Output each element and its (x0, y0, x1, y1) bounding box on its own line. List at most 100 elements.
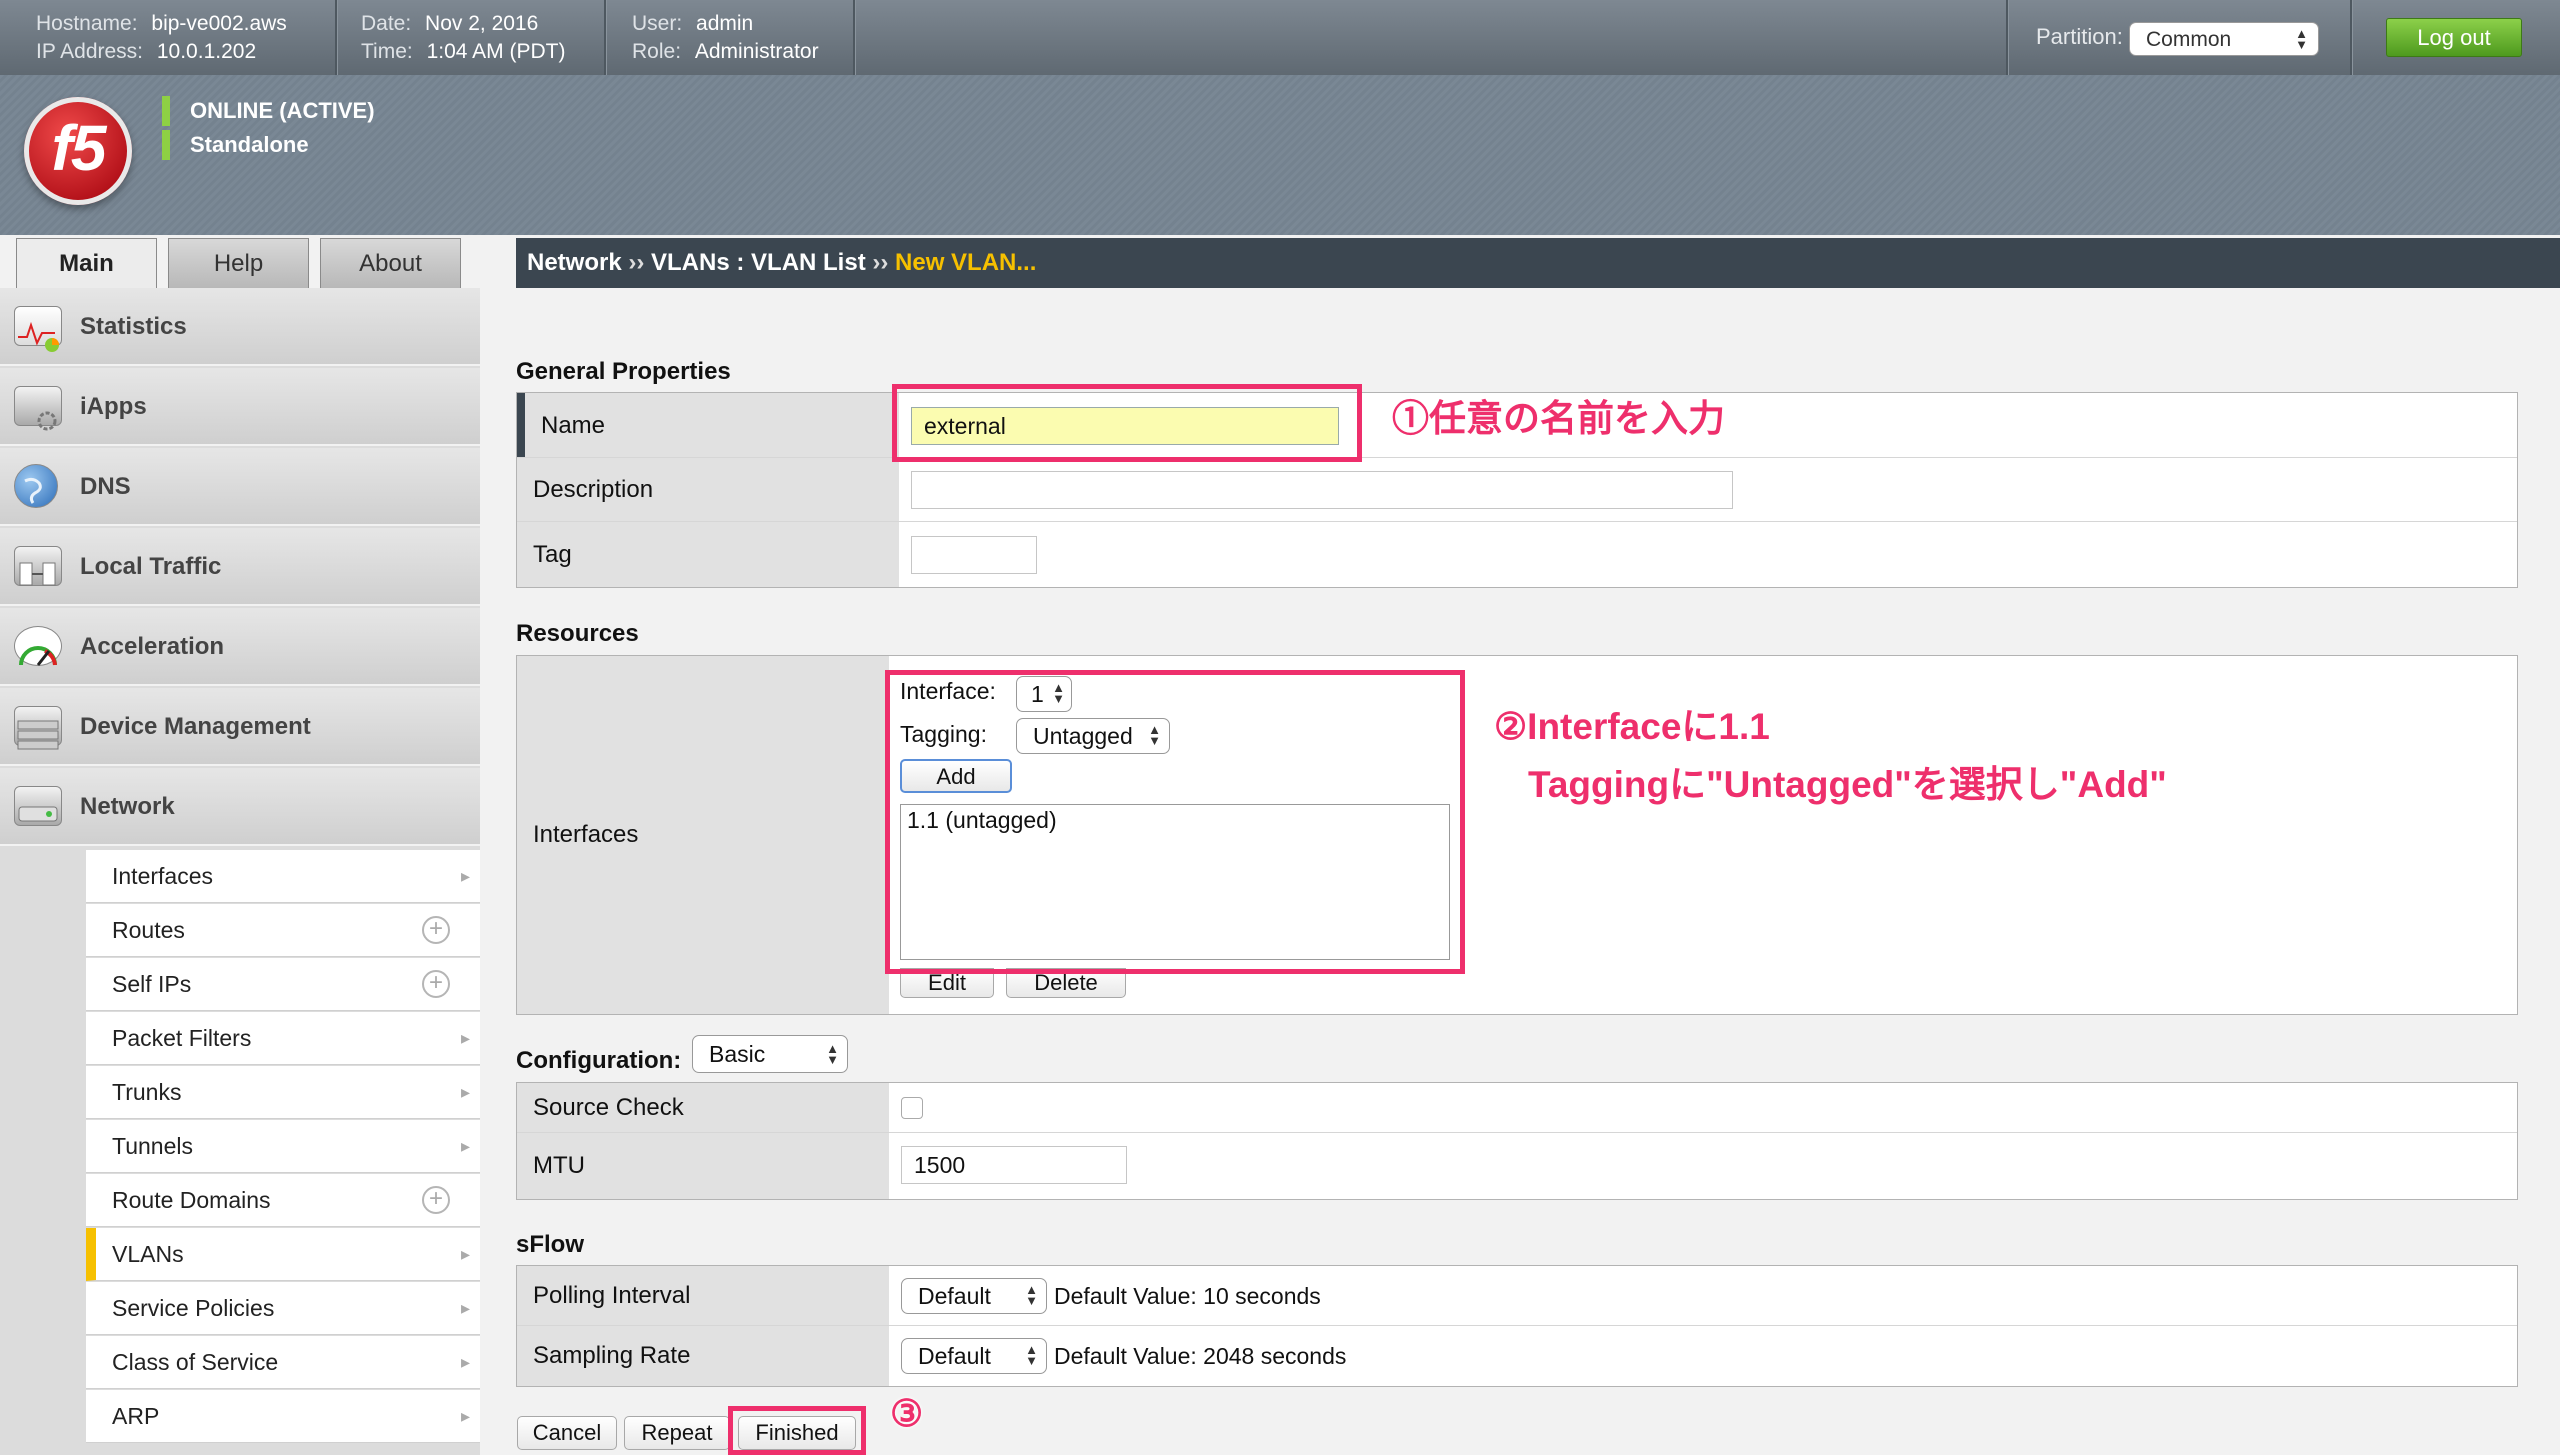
status-standalone: Standalone (162, 130, 309, 160)
host-info: Hostname: bip-ve002.aws IP Address: 10.0… (36, 10, 287, 66)
sidebar-sub-service-policies[interactable]: Service Policies ▸ (86, 1282, 480, 1335)
sub-item-label: Route Domains (112, 1187, 271, 1213)
sidebar-sub-self-ips[interactable]: Self IPs + (86, 958, 480, 1011)
description-input[interactable] (911, 471, 1733, 509)
tag-label: Tag (517, 522, 899, 587)
divider (2350, 0, 2352, 75)
select-arrows-icon: ▲ ▼ (2295, 26, 2308, 52)
role-label: Role: (632, 40, 682, 63)
sidebar-sub-route-domains[interactable]: Route Domains + (86, 1174, 480, 1227)
date-label: Date: (361, 12, 412, 35)
tab-help[interactable]: Help (168, 238, 309, 288)
divider (2006, 0, 2008, 75)
add-circle-icon[interactable]: + (422, 970, 450, 998)
configuration-table: Source Check MTU 1500 (516, 1082, 2518, 1200)
sidebar-item-acceleration[interactable]: Acceleration (0, 608, 480, 686)
description-label: Description (517, 458, 899, 521)
tab-main[interactable]: Main (16, 238, 157, 288)
sub-item-label: Self IPs (112, 971, 192, 997)
breadcrumb: Network ›› VLANs : VLAN List ›› New VLAN… (516, 238, 2560, 288)
sub-item-label: ARP (112, 1403, 160, 1429)
configuration-mode-value: Basic (709, 1041, 766, 1067)
breadcrumb-network[interactable]: Network (527, 249, 622, 276)
top-status-bar: Hostname: bip-ve002.aws IP Address: 10.0… (0, 0, 2560, 75)
sidebar-item-label: Device Management (80, 713, 311, 740)
sub-item-label: Service Policies (112, 1295, 275, 1321)
sidebar-sub-arp[interactable]: ARP ▸ (86, 1390, 480, 1443)
divider (604, 0, 606, 75)
sidebar-item-label: DNS (80, 473, 131, 500)
sidebar-sub-vlans[interactable]: VLANs ▸ (86, 1228, 480, 1281)
role-value: Administrator (694, 40, 819, 63)
date-info: Date: Nov 2, 2016 Time: 1:04 AM (PDT) (361, 10, 565, 66)
resources-title: Resources (516, 620, 639, 647)
select-arrows-icon: ▲ ▼ (1025, 1342, 1038, 1368)
sidebar-sub-trunks[interactable]: Trunks ▸ (86, 1066, 480, 1119)
tag-input[interactable] (911, 536, 1037, 574)
statistics-icon (14, 306, 62, 352)
sampling-rate-label: Sampling Rate (517, 1326, 889, 1386)
mtu-row: MTU 1500 (517, 1133, 2517, 1199)
sidebar-item-device-management[interactable]: Device Management (0, 688, 480, 766)
sidebar-sub-interfaces[interactable]: Interfaces ▸ (86, 850, 480, 903)
repeat-button[interactable]: Repeat (624, 1416, 730, 1450)
annotation-highlight-interfaces (885, 670, 1465, 974)
partition-value: Common (2146, 28, 2232, 51)
select-arrows-icon: ▲ ▼ (1025, 1282, 1038, 1308)
sidebar-sub-routes[interactable]: Routes + (86, 904, 480, 957)
sidebar-sub-tunnels[interactable]: Tunnels ▸ (86, 1120, 480, 1173)
user-label: User: (632, 12, 683, 35)
partition-label: Partition: (2036, 24, 2123, 49)
chevron-right-icon: ▸ (460, 1136, 470, 1156)
sidebar-item-local-traffic[interactable]: Local Traffic (0, 528, 480, 606)
sidebar: Statistics iApps DNS Local Traffic Accel… (0, 288, 480, 1455)
general-properties-title: General Properties (516, 358, 731, 385)
sub-item-label: Routes (112, 917, 185, 943)
sidebar-item-statistics[interactable]: Statistics (0, 288, 480, 366)
sub-item-label: Trunks (112, 1079, 182, 1105)
chevron-right-icon: ▸ (460, 1028, 470, 1048)
sub-item-label: Interfaces (112, 863, 213, 889)
header-band (0, 75, 2560, 235)
mtu-input[interactable]: 1500 (901, 1146, 1127, 1184)
breadcrumb-separator: ›› (872, 249, 889, 276)
polling-interval-row: Polling Interval Default ▲ ▼ Default Valu… (517, 1266, 2517, 1326)
description-row: Description (517, 458, 2517, 522)
sampling-rate-select[interactable]: Default ▲ ▼ (901, 1338, 1047, 1374)
add-circle-icon[interactable]: + (422, 1186, 450, 1214)
divider (335, 0, 337, 75)
configuration-mode-select[interactable]: Basic ▲ ▼ (692, 1035, 848, 1073)
configuration-title: Configuration: (516, 1047, 682, 1074)
sidebar-item-iapps[interactable]: iApps (0, 368, 480, 446)
sflow-table: Polling Interval Default ▲ ▼ Default Valu… (516, 1265, 2518, 1387)
time-label: Time: (361, 40, 413, 63)
status-online: ONLINE (ACTIVE) (162, 96, 375, 126)
sflow-title: sFlow (516, 1231, 585, 1258)
sidebar-sub-packet-filters[interactable]: Packet Filters ▸ (86, 1012, 480, 1065)
sampling-default-text: Default Value: 2048 seconds (1054, 1343, 1347, 1369)
chevron-right-icon: ▸ (460, 1406, 470, 1426)
ip-label: IP Address: (36, 40, 144, 63)
breadcrumb-vlan-list[interactable]: VLANs : VLAN List (651, 249, 866, 276)
chevron-right-icon: ▸ (460, 866, 470, 886)
sampling-rate-row: Sampling Rate Default ▲ ▼ Default Value: … (517, 1326, 2517, 1386)
globe-icon (14, 464, 58, 508)
chevron-right-icon: ▸ (460, 1082, 470, 1102)
sidebar-item-network[interactable]: Network (0, 768, 480, 846)
polling-interval-select[interactable]: Default ▲ ▼ (901, 1278, 1047, 1314)
source-check-checkbox[interactable] (901, 1097, 923, 1119)
sidebar-sub-class-of-service[interactable]: Class of Service ▸ (86, 1336, 480, 1389)
tab-about[interactable]: About (320, 238, 461, 288)
cancel-button[interactable]: Cancel (517, 1416, 617, 1450)
time-value: 1:04 AM (PDT) (426, 40, 566, 63)
sidebar-item-dns[interactable]: DNS (0, 448, 480, 526)
device-icon (14, 706, 62, 750)
add-circle-icon[interactable]: + (422, 916, 450, 944)
logout-button[interactable]: Log out (2386, 18, 2522, 57)
sampling-rate-value: Default (918, 1343, 991, 1369)
partition-select[interactable]: Common ▲ ▼ (2129, 22, 2319, 56)
interfaces-label: Interfaces (517, 656, 889, 1014)
chevron-right-icon: ▸ (460, 1352, 470, 1372)
gauge-icon (14, 626, 62, 666)
annotation-step2-line2: Taggingに"Untagged"を選択し"Add" (1528, 764, 2167, 805)
